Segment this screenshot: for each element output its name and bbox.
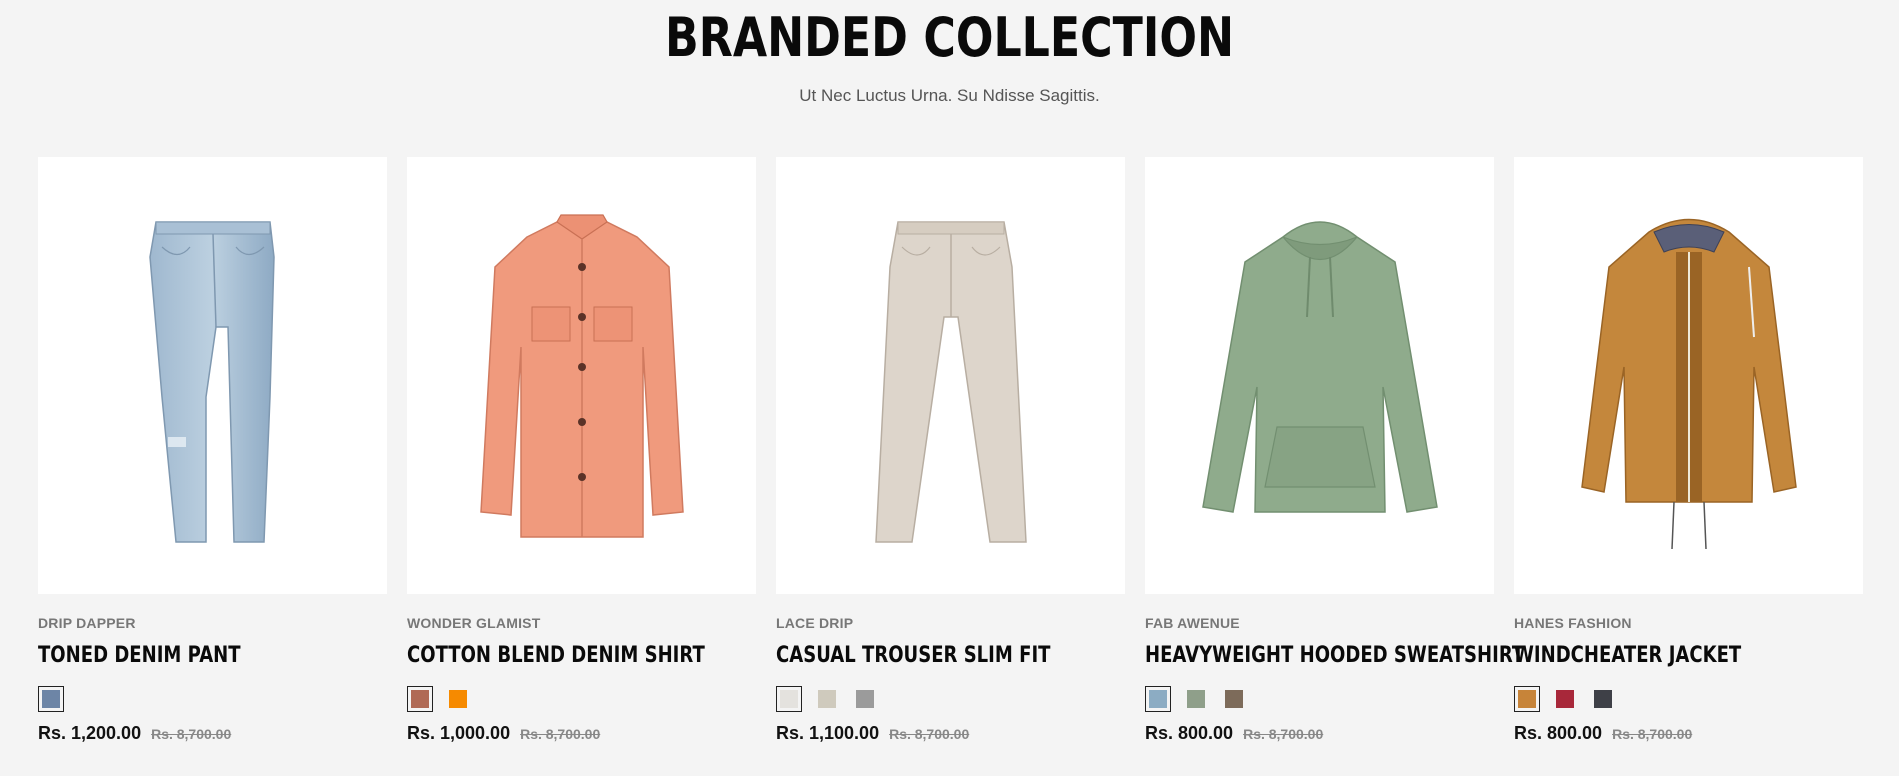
product-image-link[interactable]	[407, 157, 756, 594]
product-card: FAB AWENUE HEAVYWEIGHT HOODED SWEATSHIRT…	[1145, 157, 1524, 744]
price-row: Rs. 1,200.00 Rs. 8,700.00	[38, 723, 387, 744]
product-vendor: FAB AWENUE	[1145, 615, 1240, 631]
product-title[interactable]: HEAVYWEIGHT HOODED SWEATSHIRT	[1145, 643, 1524, 668]
color-swatches	[1145, 686, 1494, 712]
hoodie-icon	[1202, 221, 1438, 513]
compare-price: Rs. 8,700.00	[151, 726, 232, 742]
color-swatches	[776, 686, 1125, 712]
color-swatch[interactable]	[814, 686, 840, 712]
price-row: Rs. 1,000.00 Rs. 8,700.00	[407, 723, 756, 744]
color-swatch[interactable]	[776, 686, 802, 712]
color-swatch[interactable]	[445, 686, 471, 712]
compare-price: Rs. 8,700.00	[889, 726, 970, 742]
product-vendor: HANES FASHION	[1514, 615, 1632, 631]
color-swatches	[1514, 686, 1863, 712]
price-row: Rs. 800.00 Rs. 8,700.00	[1514, 723, 1863, 744]
product-vendor: LACE DRIP	[776, 615, 854, 631]
product-title[interactable]: COTTON BLEND DENIM SHIRT	[407, 643, 705, 668]
product-vendor: DRIP DAPPER	[38, 615, 136, 631]
sale-price: Rs. 1,200.00	[38, 723, 142, 743]
product-card: LACE DRIP CASUAL TROUSER SLIM FIT Rs. 1,…	[776, 157, 1125, 744]
product-image-link[interactable]	[1145, 157, 1494, 594]
sale-price: Rs. 1,000.00	[407, 723, 511, 743]
product-image-link[interactable]	[1514, 157, 1863, 594]
color-swatch[interactable]	[1183, 686, 1209, 712]
color-swatch[interactable]	[1590, 686, 1616, 712]
color-swatch[interactable]	[38, 686, 64, 712]
trouser-icon	[875, 221, 1027, 543]
color-swatch[interactable]	[1552, 686, 1578, 712]
compare-price: Rs. 8,700.00	[520, 726, 601, 742]
shirt-icon	[480, 214, 684, 538]
compare-price: Rs. 8,700.00	[1612, 726, 1693, 742]
sale-price: Rs. 1,100.00	[776, 723, 880, 743]
product-grid: DRIP DAPPER TONED DENIM PANT Rs. 1,200.0…	[38, 157, 1863, 744]
color-swatch[interactable]	[852, 686, 878, 712]
sale-price: Rs. 800.00	[1514, 723, 1603, 743]
jacket-icon	[1581, 218, 1797, 550]
product-title[interactable]: CASUAL TROUSER SLIM FIT	[776, 643, 1062, 668]
color-swatch[interactable]	[1221, 686, 1247, 712]
product-card: DRIP DAPPER TONED DENIM PANT Rs. 1,200.0…	[38, 157, 387, 744]
product-vendor: WONDER GLAMIST	[407, 615, 541, 631]
section-header: BRANDED COLLECTION Ut Nec Luctus Urna. S…	[0, 0, 1899, 106]
section-title: BRANDED COLLECTION	[664, 6, 1235, 69]
compare-price: Rs. 8,700.00	[1243, 726, 1324, 742]
product-card: WONDER GLAMIST COTTON BLEND DENIM SHIRT …	[407, 157, 756, 744]
color-swatches	[407, 686, 756, 712]
product-image-link[interactable]	[776, 157, 1125, 594]
product-image-link[interactable]	[38, 157, 387, 594]
product-title[interactable]: TONED DENIM PANT	[38, 643, 324, 668]
price-row: Rs. 1,100.00 Rs. 8,700.00	[776, 723, 1125, 744]
product-title[interactable]: WINDCHEATER JACKET	[1514, 643, 1800, 668]
color-swatches	[38, 686, 387, 712]
color-swatch[interactable]	[1514, 686, 1540, 712]
sale-price: Rs. 800.00	[1145, 723, 1234, 743]
price-row: Rs. 800.00 Rs. 8,700.00	[1145, 723, 1494, 744]
section-subtitle: Ut Nec Luctus Urna. Su Ndisse Sagittis.	[799, 86, 1100, 105]
color-swatch[interactable]	[407, 686, 433, 712]
product-card: HANES FASHION WINDCHEATER JACKET Rs. 800…	[1514, 157, 1863, 744]
color-swatch[interactable]	[1145, 686, 1171, 712]
jeans-icon	[149, 221, 275, 543]
